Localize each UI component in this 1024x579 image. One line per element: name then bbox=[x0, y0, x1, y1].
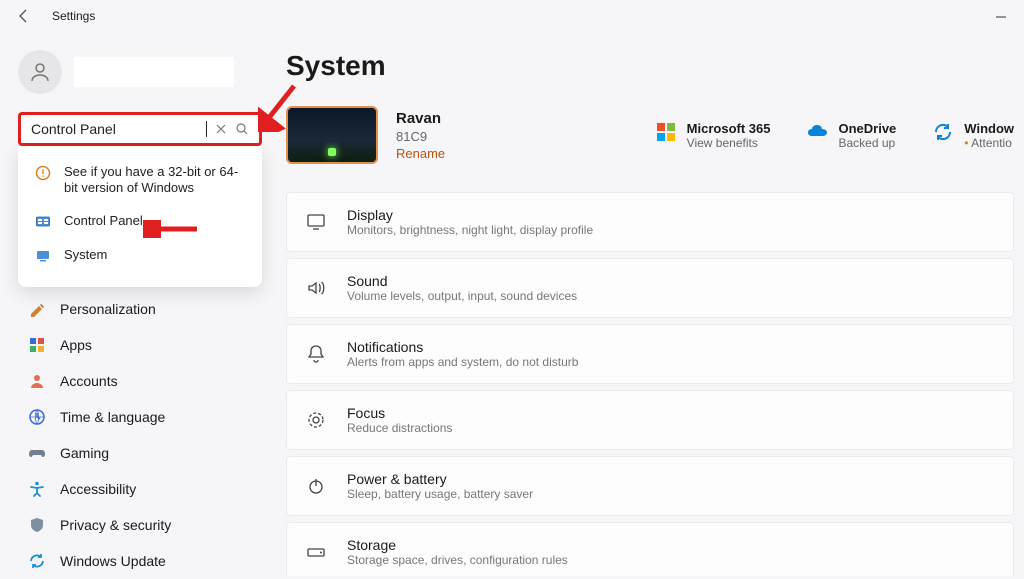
card-sub: Alerts from apps and system, do not dist… bbox=[347, 355, 578, 369]
card-sub: Storage space, drives, configuration rul… bbox=[347, 553, 568, 567]
nav-label: Time & language bbox=[60, 409, 165, 425]
personalization-icon bbox=[28, 300, 46, 318]
nav-gaming[interactable]: Gaming bbox=[18, 435, 262, 471]
apps-icon bbox=[28, 336, 46, 354]
promo-windows-update[interactable]: WindowAttentio bbox=[932, 121, 1014, 150]
nav-label: Apps bbox=[60, 337, 92, 353]
window-title: Settings bbox=[52, 9, 95, 23]
nav-label: Accounts bbox=[60, 373, 118, 389]
suggestion-label: See if you have a 32-bit or 64-bit versi… bbox=[64, 164, 246, 197]
card-title: Sound bbox=[347, 273, 577, 289]
account-name-placeholder bbox=[74, 57, 234, 87]
time-icon bbox=[28, 408, 46, 426]
card-sound[interactable]: SoundVolume levels, output, input, sound… bbox=[286, 258, 1014, 318]
clear-search-icon[interactable] bbox=[215, 123, 227, 135]
card-sub: Volume levels, output, input, sound devi… bbox=[347, 289, 577, 303]
promo-title: OneDrive bbox=[838, 121, 896, 136]
nav-privacy-security[interactable]: Privacy & security bbox=[18, 507, 262, 543]
focus-icon bbox=[305, 409, 327, 431]
account-header[interactable] bbox=[18, 50, 262, 94]
page-title: System bbox=[286, 50, 1024, 82]
promo-title: Window bbox=[964, 121, 1014, 136]
device-thumbnail[interactable] bbox=[286, 106, 378, 164]
card-power-battery[interactable]: Power & batterySleep, battery usage, bat… bbox=[286, 456, 1014, 516]
promo-sub: Attentio bbox=[964, 136, 1014, 150]
card-focus[interactable]: FocusReduce distractions bbox=[286, 390, 1014, 450]
accessibility-icon bbox=[28, 480, 46, 498]
gaming-icon bbox=[28, 444, 46, 462]
nav-time-language[interactable]: Time & language bbox=[18, 399, 262, 435]
card-storage[interactable]: StorageStorage space, drives, configurat… bbox=[286, 522, 1014, 576]
suggestion-label: System bbox=[64, 247, 107, 263]
titlebar: Settings bbox=[0, 0, 1024, 32]
card-title: Storage bbox=[347, 537, 568, 553]
privacy-icon bbox=[28, 516, 46, 534]
device-model: 81C9 bbox=[396, 129, 445, 144]
suggestion-label: Control Panel bbox=[64, 213, 143, 229]
suggestion-32-64-bit[interactable]: See if you have a 32-bit or 64-bit versi… bbox=[18, 156, 262, 205]
suggestion-control-panel[interactable]: Control Panel bbox=[18, 205, 262, 239]
nav-label: Windows Update bbox=[60, 553, 166, 569]
search-input[interactable]: Control Panel bbox=[31, 121, 198, 137]
card-sub: Sleep, battery usage, battery saver bbox=[347, 487, 533, 501]
card-sub: Monitors, brightness, night light, displ… bbox=[347, 223, 593, 237]
nav-accessibility[interactable]: Accessibility bbox=[18, 471, 262, 507]
back-button[interactable] bbox=[16, 8, 32, 24]
nav-label: Accessibility bbox=[60, 481, 136, 497]
nav-label: Privacy & security bbox=[60, 517, 171, 533]
nav-windows-update[interactable]: Windows Update bbox=[18, 543, 262, 579]
power-icon bbox=[305, 475, 327, 497]
suggestion-system[interactable]: System bbox=[18, 239, 262, 273]
avatar bbox=[18, 50, 62, 94]
onedrive-icon bbox=[806, 121, 828, 143]
card-title: Power & battery bbox=[347, 471, 533, 487]
settings-cards: DisplayMonitors, brightness, night light… bbox=[286, 192, 1024, 576]
search-icon[interactable] bbox=[235, 122, 249, 136]
promo-sub: View benefits bbox=[687, 136, 771, 150]
card-notifications[interactable]: NotificationsAlerts from apps and system… bbox=[286, 324, 1014, 384]
search-box[interactable]: Control Panel bbox=[18, 112, 262, 146]
control-panel-icon bbox=[34, 213, 52, 231]
rename-link[interactable]: Rename bbox=[396, 146, 445, 161]
card-sub: Reduce distractions bbox=[347, 421, 452, 435]
notifications-icon bbox=[305, 343, 327, 365]
system-icon bbox=[34, 247, 52, 265]
device-name: Ravan bbox=[396, 110, 445, 127]
accounts-icon bbox=[28, 372, 46, 390]
promo-sub: Backed up bbox=[838, 136, 896, 150]
card-display[interactable]: DisplayMonitors, brightness, night light… bbox=[286, 192, 1014, 252]
sidebar-nav: Personalization Apps Accounts Time & lan… bbox=[18, 291, 262, 579]
ms365-icon bbox=[655, 121, 677, 143]
update-icon bbox=[28, 552, 46, 570]
card-title: Focus bbox=[347, 405, 452, 421]
promo-microsoft-365[interactable]: Microsoft 365View benefits bbox=[655, 121, 771, 150]
nav-label: Gaming bbox=[60, 445, 109, 461]
storage-icon bbox=[305, 541, 327, 563]
nav-accounts[interactable]: Accounts bbox=[18, 363, 262, 399]
nav-apps[interactable]: Apps bbox=[18, 327, 262, 363]
card-title: Display bbox=[347, 207, 593, 223]
nav-label: Personalization bbox=[60, 301, 156, 317]
card-title: Notifications bbox=[347, 339, 578, 355]
display-icon bbox=[305, 211, 327, 233]
promo-title: Microsoft 365 bbox=[687, 121, 771, 136]
nav-personalization[interactable]: Personalization bbox=[18, 291, 262, 327]
info-warn-icon bbox=[34, 164, 52, 182]
device-header: Ravan 81C9 Rename Microsoft 365View bene… bbox=[286, 106, 1024, 164]
promo-onedrive[interactable]: OneDriveBacked up bbox=[806, 121, 896, 150]
winupdate-icon bbox=[932, 121, 954, 143]
search-suggestions: See if you have a 32-bit or 64-bit versi… bbox=[18, 146, 262, 287]
minimize-button[interactable] bbox=[994, 10, 1008, 24]
sound-icon bbox=[305, 277, 327, 299]
